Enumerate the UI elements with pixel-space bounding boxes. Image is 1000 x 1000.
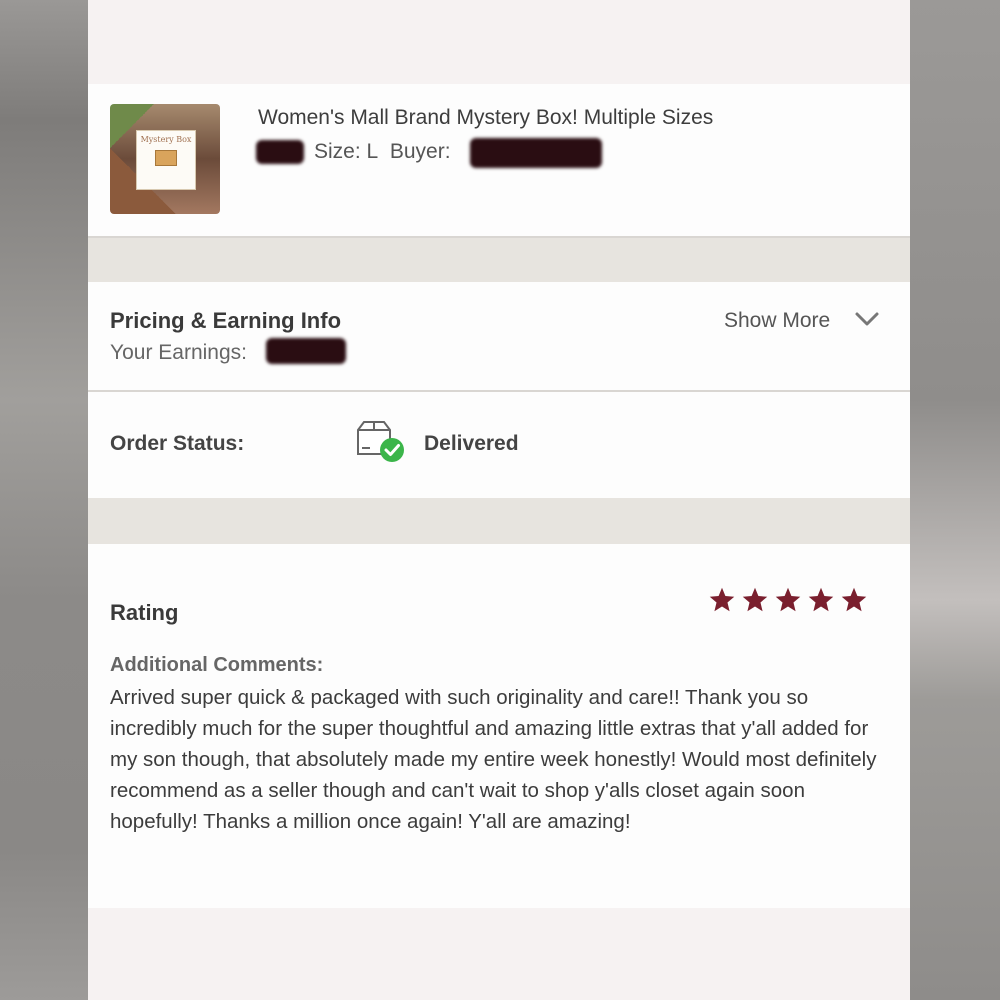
box-icon (155, 150, 177, 166)
star-icon (742, 587, 768, 612)
star-icon (775, 587, 801, 612)
redacted-brand (256, 140, 304, 164)
buyer-label: Buyer: (389, 140, 451, 163)
package-delivered-icon (357, 421, 404, 462)
order-status-value: Delivered (424, 432, 519, 455)
blurred-background-right (910, 0, 1000, 1000)
star-icon (841, 587, 867, 612)
pricing-card (88, 282, 910, 390)
product-title[interactable]: Women's Mall Brand Mystery Box! Multiple… (258, 106, 713, 130)
thumbnail-text: Mystery Box (140, 135, 192, 144)
additional-comments-label: Additional Comments: (110, 654, 324, 676)
redacted-buyer (470, 138, 602, 168)
star-rating (708, 586, 868, 618)
chevron-down-icon[interactable] (854, 306, 880, 332)
order-details-screen: Mystery Box Women's Mall Brand Mystery B… (88, 0, 910, 1000)
section-separator (88, 498, 910, 544)
section-separator (88, 238, 910, 282)
review-comment: Arrived super quick & packaged with such… (110, 686, 877, 833)
star-icon (808, 587, 834, 612)
pricing-title: Pricing & Earning Info (110, 308, 342, 333)
redacted-earnings (266, 338, 346, 364)
size-text: Size: L (314, 140, 379, 163)
order-status-label: Order Status: (110, 432, 245, 455)
show-more-button[interactable]: Show More (724, 309, 830, 333)
star-icon (709, 587, 735, 612)
blurred-background-left (0, 0, 88, 1000)
earnings-label: Your Earnings: (110, 341, 247, 364)
rating-label: Rating (110, 600, 179, 625)
product-thumbnail[interactable]: Mystery Box (110, 104, 220, 214)
mystery-box-graphic: Mystery Box (136, 130, 196, 190)
product-meta: Size: L Buyer: (314, 140, 451, 164)
